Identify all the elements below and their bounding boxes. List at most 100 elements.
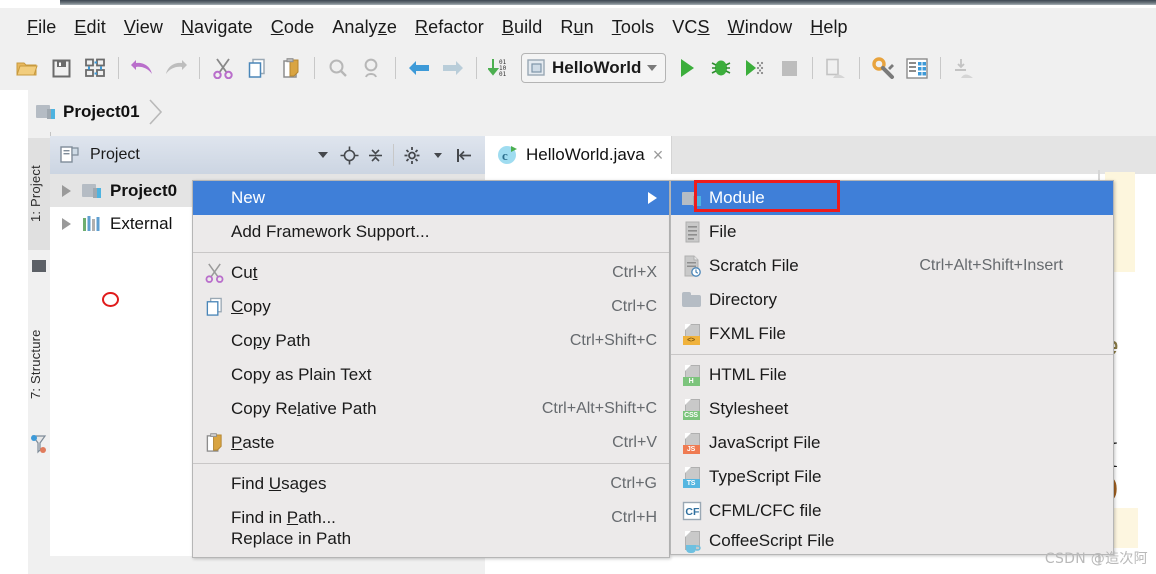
menubar-item-analyze[interactable]: Analyze bbox=[323, 15, 406, 40]
menu-item-label: Copy bbox=[231, 297, 271, 316]
submenu-item-fxml-file[interactable]: <> FXML File bbox=[671, 317, 1113, 351]
back-icon[interactable] bbox=[404, 53, 434, 83]
menubar-item-view[interactable]: View bbox=[115, 15, 172, 40]
save-all-icon[interactable] bbox=[46, 53, 76, 83]
debug-icon[interactable] bbox=[706, 53, 736, 83]
toolbar-separator bbox=[118, 57, 119, 79]
menu-item-shortcut: Ctrl+C bbox=[611, 298, 657, 315]
menu-item-paste[interactable]: Paste Ctrl+V bbox=[193, 426, 669, 460]
menubar-item-navigate[interactable]: Navigate bbox=[172, 15, 262, 40]
find-icon[interactable] bbox=[323, 53, 353, 83]
sidebar-item-structure[interactable]: 7: Structure bbox=[28, 298, 50, 430]
menu-item-cut[interactable]: Cut Ctrl+X bbox=[193, 256, 669, 290]
forward-icon[interactable] bbox=[438, 53, 468, 83]
menu-item-copy-relative-path[interactable]: Copy Relative Path Ctrl+Alt+Shift+C bbox=[193, 392, 669, 426]
menubar-item-code[interactable]: Code bbox=[262, 15, 323, 40]
menu-item-new[interactable]: New bbox=[193, 181, 669, 215]
navbar-left-gap bbox=[0, 90, 28, 132]
open-folder-icon[interactable] bbox=[12, 53, 42, 83]
menubar-item-window[interactable]: Window bbox=[719, 15, 802, 40]
submenu-item-label: HTML File bbox=[709, 365, 787, 384]
menu-separator bbox=[193, 463, 669, 464]
undo-icon[interactable] bbox=[127, 53, 157, 83]
sync-icon[interactable] bbox=[80, 53, 110, 83]
submenu-item-typescript-file[interactable]: TS TypeScript File bbox=[671, 460, 1113, 494]
submenu-item-label: Directory bbox=[709, 290, 778, 309]
deploy-icon[interactable] bbox=[949, 53, 979, 83]
menu-bar: File Edit View Navigate Code Analyze Refactor B… bbox=[0, 8, 1156, 46]
submenu-item-cfml-cfc-file[interactable]: CF CFML/CFC file bbox=[671, 494, 1113, 528]
submenu-item-label: File bbox=[709, 222, 737, 241]
breadcrumb[interactable]: Project01 bbox=[36, 99, 163, 125]
replace-icon[interactable] bbox=[357, 53, 387, 83]
menubar-item-help[interactable]: Help bbox=[801, 15, 856, 40]
submenu-item-javascript-file[interactable]: JS JavaScript File bbox=[671, 426, 1113, 460]
libraries-icon bbox=[83, 215, 100, 231]
settings-icon[interactable] bbox=[868, 53, 898, 83]
menubar-item-run[interactable]: Run bbox=[551, 15, 602, 40]
svg-text:c: c bbox=[502, 148, 508, 163]
submenu-item-directory[interactable]: Directory bbox=[671, 283, 1113, 317]
redo-icon[interactable] bbox=[161, 53, 191, 83]
menu-item-copy[interactable]: Copy Ctrl+C bbox=[193, 290, 669, 324]
toolbar-separator bbox=[859, 57, 861, 79]
new-submenu[interactable]: Module File Scratch File Ctrl+Alt+Shift+Ins… bbox=[670, 180, 1114, 555]
menu-item-copy-as-plain-text[interactable]: Copy as Plain Text bbox=[193, 358, 669, 392]
project-window-icon bbox=[32, 260, 46, 272]
ts-file-icon: TS bbox=[679, 465, 705, 489]
submenu-item-module[interactable]: Module bbox=[671, 181, 1113, 215]
close-icon[interactable]: × bbox=[653, 146, 664, 164]
submenu-item-shortcut: Ctrl+Alt+Shift+Insert bbox=[919, 257, 1063, 274]
update-app-icon[interactable] bbox=[821, 53, 851, 83]
submenu-item-stylesheet[interactable]: CSS Stylesheet bbox=[671, 392, 1113, 426]
compile-icon[interactable]: 01 10 01 bbox=[485, 53, 515, 83]
submenu-item-scratch-file[interactable]: Scratch File Ctrl+Alt+Shift+Insert bbox=[671, 249, 1113, 283]
chevron-down-icon[interactable] bbox=[310, 142, 336, 168]
menu-item-copy-path[interactable]: Copy Path Ctrl+Shift+C bbox=[193, 324, 669, 358]
stop-icon[interactable] bbox=[774, 53, 804, 83]
menu-item-shortcut: Ctrl+Shift+C bbox=[569, 332, 657, 349]
project-structure-icon[interactable] bbox=[902, 53, 932, 83]
menubar-item-file[interactable]: File bbox=[18, 15, 65, 40]
context-menu[interactable]: New Add Framework Support... Cut Ctrl+X Copy… bbox=[192, 180, 670, 558]
submenu-item-label: TypeScript File bbox=[709, 467, 822, 486]
menu-item-shortcut: Ctrl+H bbox=[611, 509, 657, 526]
paste-icon[interactable] bbox=[276, 53, 306, 83]
project-toolwindow-title: Project bbox=[90, 146, 140, 163]
menubar-item-vcs[interactable]: VCS bbox=[663, 15, 718, 40]
menu-item-add-framework-support[interactable]: Add Framework Support... bbox=[193, 215, 669, 249]
project-icon bbox=[60, 146, 79, 163]
chevron-down-icon[interactable] bbox=[647, 65, 658, 71]
run-coverage-icon[interactable] bbox=[740, 53, 770, 83]
menu-item-replace-in-path[interactable]: Replace in Path bbox=[193, 529, 669, 557]
run-config-label: HelloWorld bbox=[552, 58, 642, 77]
menubar-item-edit[interactable]: Edit bbox=[65, 15, 114, 40]
menu-item-no-icon bbox=[201, 363, 227, 387]
expand-triangle-icon[interactable] bbox=[62, 184, 71, 197]
submenu-item-html-file[interactable]: H HTML File bbox=[671, 358, 1113, 392]
gear-icon[interactable] bbox=[399, 142, 425, 168]
favorites-icon[interactable] bbox=[30, 434, 48, 454]
run-icon[interactable] bbox=[672, 53, 702, 83]
menubar-item-build[interactable]: Build bbox=[493, 15, 552, 40]
menu-item-shortcut: Ctrl+V bbox=[612, 434, 657, 451]
menubar-item-tools[interactable]: Tools bbox=[603, 15, 664, 40]
window-left-border bbox=[0, 132, 28, 574]
menu-separator bbox=[671, 354, 1113, 355]
run-configuration-selector[interactable]: HelloWorld bbox=[521, 53, 667, 83]
hide-icon[interactable] bbox=[451, 142, 477, 168]
copy-icon[interactable] bbox=[242, 53, 272, 83]
chevron-down-icon[interactable] bbox=[425, 142, 451, 168]
cut-icon[interactable] bbox=[208, 53, 238, 83]
collapse-all-icon[interactable] bbox=[362, 142, 388, 168]
menu-item-label: Copy Relative Path bbox=[231, 399, 377, 418]
submenu-item-file[interactable]: File bbox=[671, 215, 1113, 249]
expand-triangle-icon[interactable] bbox=[62, 217, 71, 230]
module-icon bbox=[82, 183, 101, 198]
menubar-item-refactor[interactable]: Refactor bbox=[406, 15, 493, 40]
tab-helloworld-java[interactable]: c HelloWorld.java × bbox=[485, 136, 673, 174]
locate-icon[interactable] bbox=[336, 142, 362, 168]
ide-window: File Edit View Navigate Code Analyze Refactor B… bbox=[0, 0, 1156, 574]
sidebar-item-project[interactable]: 1: Project bbox=[28, 138, 50, 250]
menu-item-find-usages[interactable]: Find Usages Ctrl+G bbox=[193, 467, 669, 501]
